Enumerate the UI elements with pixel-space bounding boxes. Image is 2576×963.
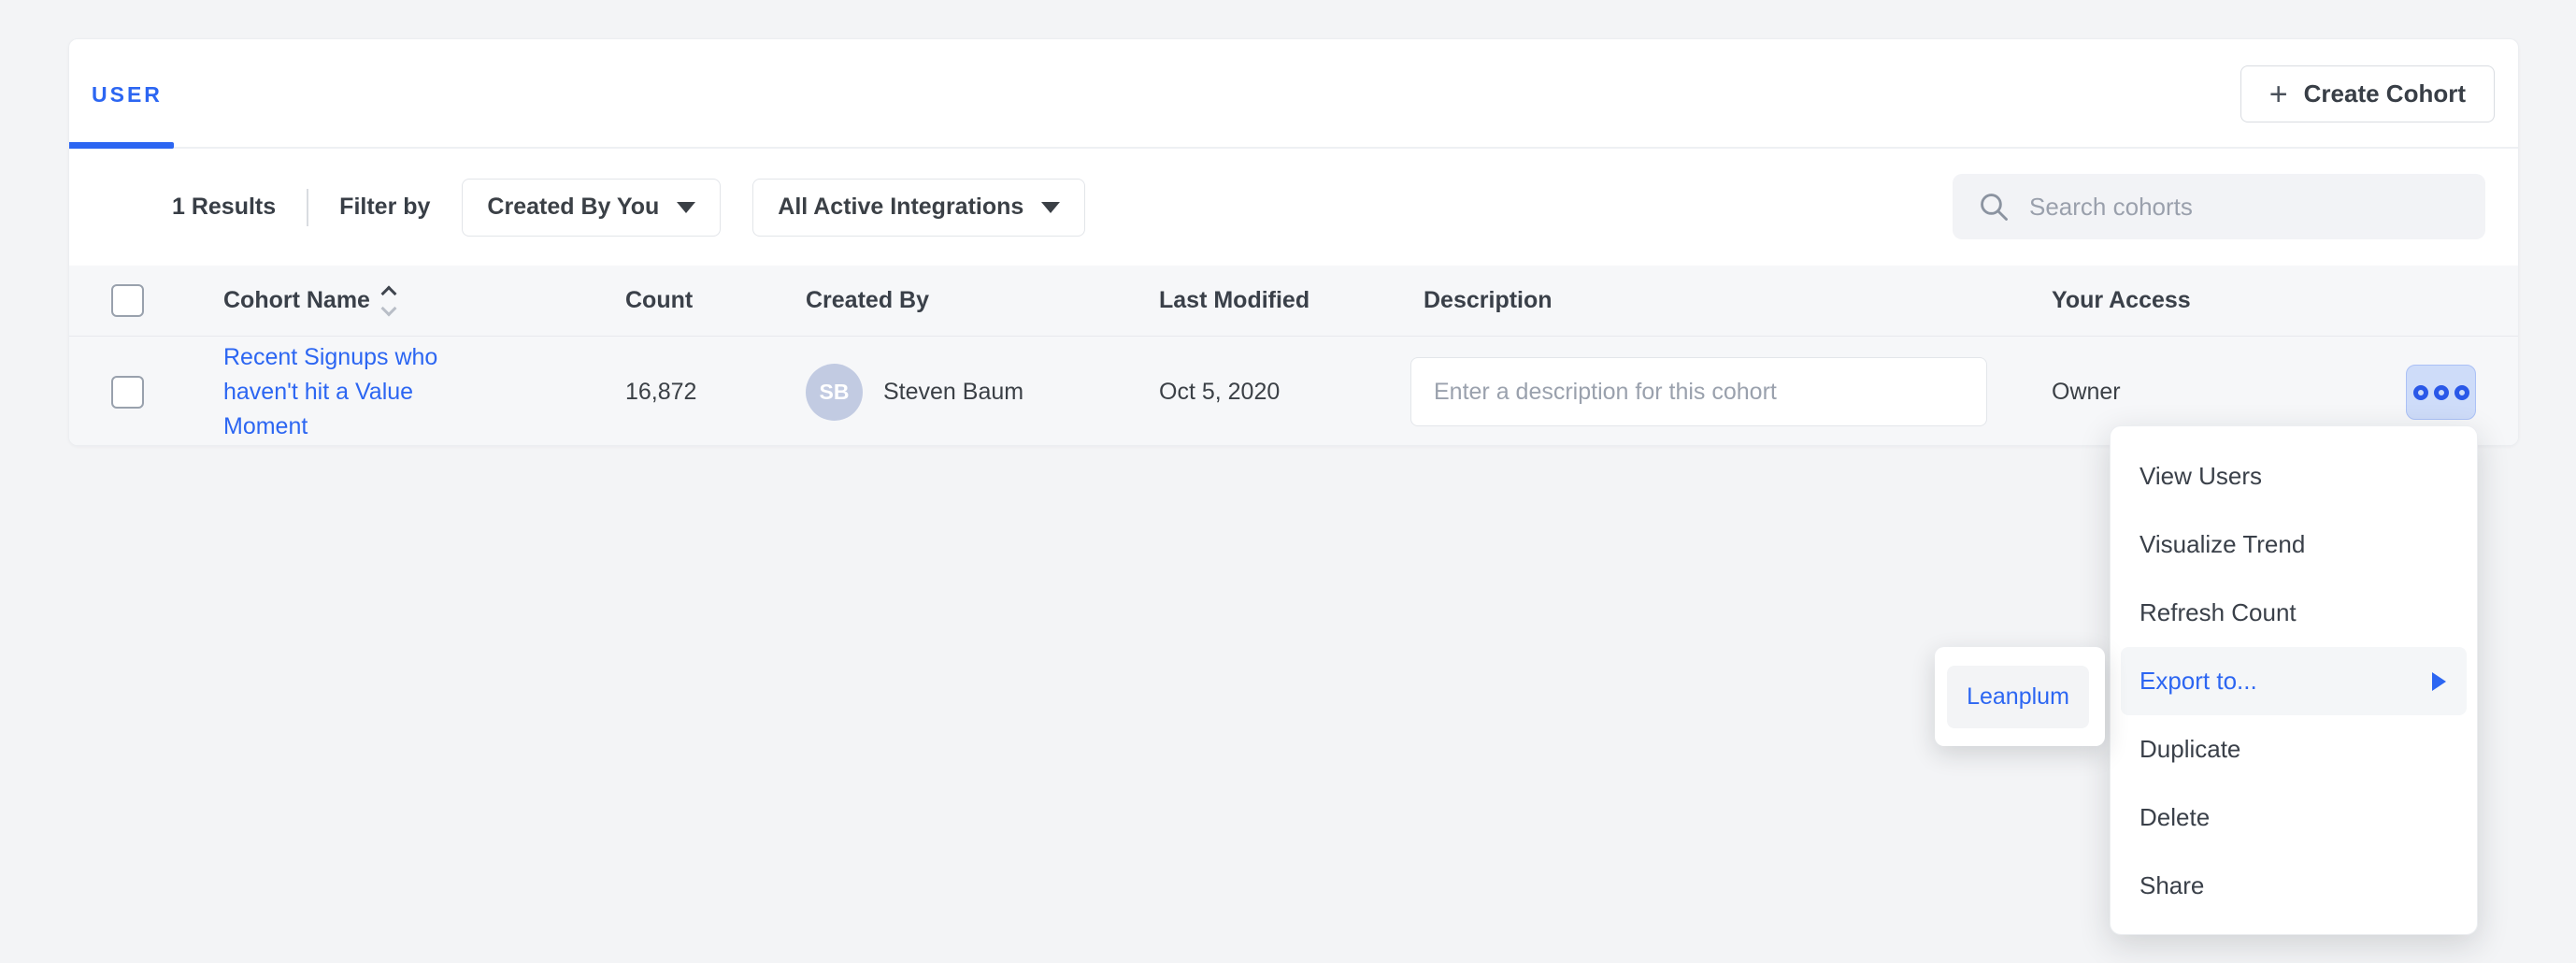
menu-item-refresh-count[interactable]: Refresh Count bbox=[2121, 579, 2467, 647]
chevron-down-icon bbox=[380, 300, 396, 316]
search-icon bbox=[1977, 190, 2011, 223]
menu-item-export-to-label: Export to... bbox=[2140, 667, 2257, 696]
column-header-last-modified: Last Modified bbox=[1159, 266, 1309, 336]
cohorts-panel: USER + Create Cohort 1 Results Filter by… bbox=[68, 38, 2519, 446]
more-options-icon bbox=[2434, 385, 2449, 400]
integrations-dropdown-label: All Active Integrations bbox=[778, 194, 1023, 221]
more-options-button[interactable] bbox=[2406, 365, 2476, 420]
more-options-icon bbox=[2413, 385, 2428, 400]
menu-item-export-to[interactable]: Export to... bbox=[2121, 647, 2467, 715]
filter-bar: 1 Results Filter by Created By You All A… bbox=[69, 149, 2518, 266]
cohort-name-header-label: Cohort Name bbox=[223, 287, 370, 314]
created-by-cell: SB Steven Baum bbox=[806, 337, 1023, 446]
menu-item-visualize-trend[interactable]: Visualize Trend bbox=[2121, 510, 2467, 579]
column-header-created-by: Created By bbox=[806, 266, 929, 336]
column-header-count: Count bbox=[625, 266, 693, 336]
select-all-checkbox[interactable] bbox=[111, 284, 144, 317]
sort-icon bbox=[383, 288, 394, 314]
menu-item-share[interactable]: Share bbox=[2121, 852, 2467, 920]
tab-user[interactable]: USER bbox=[92, 82, 163, 108]
created-by-name: Steven Baum bbox=[883, 379, 1023, 406]
column-header-cohort-name[interactable]: Cohort Name bbox=[223, 266, 394, 336]
row-context-menu: View Users Visualize Trend Refresh Count… bbox=[2110, 425, 2478, 935]
results-count: 1 Results bbox=[172, 194, 276, 221]
chevron-down-icon bbox=[1041, 202, 1060, 213]
more-options-icon bbox=[2454, 385, 2469, 400]
chevron-down-icon bbox=[677, 202, 695, 213]
avatar: SB bbox=[806, 364, 863, 421]
create-cohort-button[interactable]: + Create Cohort bbox=[2240, 65, 2495, 122]
last-modified-cell: Oct 5, 2020 bbox=[1159, 337, 1280, 446]
active-tab-indicator bbox=[69, 142, 174, 149]
column-header-description: Description bbox=[1424, 266, 1553, 336]
created-by-dropdown-label: Created By You bbox=[487, 194, 659, 221]
submenu-item-leanplum[interactable]: Leanplum bbox=[1947, 666, 2089, 728]
divider bbox=[307, 189, 308, 226]
menu-item-delete[interactable]: Delete bbox=[2121, 783, 2467, 852]
menu-item-view-users[interactable]: View Users bbox=[2121, 442, 2467, 510]
created-by-dropdown[interactable]: Created By You bbox=[462, 179, 721, 237]
cohort-count: 16,872 bbox=[625, 337, 696, 446]
access-cell: Owner bbox=[2052, 337, 2121, 446]
table-header: Cohort Name Count Created By Last Modifi… bbox=[69, 266, 2518, 336]
cohort-name-link[interactable]: Recent Signups who haven't hit a Value M… bbox=[223, 337, 466, 446]
create-cohort-label: Create Cohort bbox=[2304, 79, 2466, 108]
row-checkbox[interactable] bbox=[111, 376, 144, 409]
chevron-up-icon bbox=[380, 285, 396, 301]
submenu-arrow-icon bbox=[2432, 672, 2446, 691]
filter-by-label: Filter by bbox=[339, 194, 430, 221]
menu-item-duplicate[interactable]: Duplicate bbox=[2121, 715, 2467, 783]
integrations-dropdown[interactable]: All Active Integrations bbox=[752, 179, 1085, 237]
export-submenu: Leanplum bbox=[1935, 647, 2105, 746]
column-header-your-access: Your Access bbox=[2052, 266, 2191, 336]
tabs-bar: USER + Create Cohort bbox=[69, 39, 2518, 149]
search-cohorts-box bbox=[1953, 174, 2485, 239]
plus-icon: + bbox=[2269, 79, 2288, 110]
description-input[interactable] bbox=[1410, 357, 1987, 426]
search-input[interactable] bbox=[2029, 174, 2485, 239]
